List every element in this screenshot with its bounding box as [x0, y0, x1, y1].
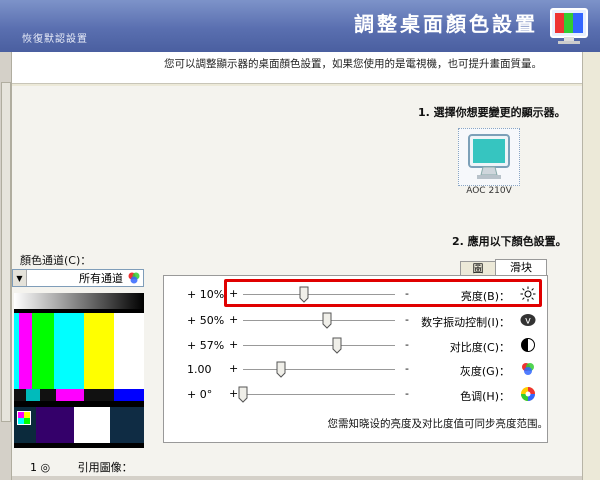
left-scrollbar[interactable] — [0, 52, 12, 480]
vibrance-v-icon: v — [520, 314, 536, 327]
slider-label: 对比度(C)： — [449, 341, 510, 354]
slider-row: + 50% + - v 数字振动控制(I)： — [163, 310, 548, 332]
monitor-icon — [468, 134, 510, 179]
title-bar: 恢復默認設置 調整桌面顏色設置 — [0, 0, 600, 52]
right-scrollbar[interactable] — [582, 52, 600, 480]
slider-thumb[interactable] — [322, 312, 332, 329]
slider-track[interactable] — [243, 345, 395, 347]
display-color-icon — [550, 8, 588, 44]
minus-sign: - — [405, 338, 409, 351]
color-channel-label: 顏色通道(C)： — [20, 254, 92, 267]
window-root: 恢復默認設置 調整桌面顏色設置 您可以調整顯示器的桌面顏色設置，如果您使用的是電… — [0, 0, 600, 480]
minus-sign: - — [405, 313, 409, 326]
monitor-name: AOC 210V — [466, 186, 512, 196]
slider-thumb[interactable] — [238, 386, 248, 403]
tab-slider[interactable]: 滑块 — [495, 259, 547, 276]
plus-sign: + — [229, 338, 239, 351]
slider-row: + 0° + - 色调(H)： — [163, 384, 548, 406]
step2-label: 2. 應用以下顏色設置。 — [452, 235, 567, 248]
slider-label: 数字振动控制(I)： — [421, 316, 510, 329]
slider-row: + 57% + - 对比度(C)： — [163, 335, 548, 357]
tab-image[interactable]: 圖 — [460, 261, 496, 276]
rgb-channels-icon — [128, 272, 140, 284]
slider-value: + 50% — [187, 314, 225, 327]
plus-sign: + — [229, 362, 239, 375]
plus-sign: + — [229, 313, 239, 326]
slider-label: 色调(H)： — [460, 390, 510, 403]
footer-note: 您需知晓设的亮度及对比度值可同步亮度范围。 — [327, 418, 549, 430]
slider-value: + 0° — [187, 388, 213, 401]
hue-color-wheel-icon — [521, 387, 535, 401]
description-bar: 您可以調整顯示器的桌面顏色設置，如果您使用的是電視機，也可提升畫面質量。 — [0, 52, 582, 84]
chevron-down-icon[interactable]: ▼ — [13, 270, 27, 286]
contrast-half-circle-icon — [521, 338, 535, 352]
slider-value: + 10% — [187, 288, 225, 301]
reference-image-label: 1 ◎ 引用圖像： — [30, 461, 133, 474]
slider-thumb[interactable] — [332, 337, 342, 354]
slider-label: 灰度(G)： — [459, 365, 510, 378]
bottom-edge — [12, 476, 582, 480]
restore-defaults-link[interactable]: 恢復默認設置 — [22, 30, 88, 45]
plus-sign: + — [229, 387, 239, 400]
monitor-select-tile[interactable] — [458, 128, 520, 186]
slider-value: + 57% — [187, 339, 225, 352]
slider-value: 1.00 — [187, 363, 212, 376]
slider-row: 1.00 + - 灰度(G)： — [163, 359, 548, 381]
color-channel-value: 所有通道 — [79, 272, 123, 285]
svg-text:v: v — [525, 316, 531, 327]
brightness-highlight-box — [224, 279, 542, 307]
reference-option[interactable]: 1 ◎ — [30, 461, 50, 474]
test-pattern-image — [14, 293, 144, 448]
color-channel-select[interactable]: ▼ 所有通道 — [12, 269, 144, 287]
left-scrollbar-thumb[interactable] — [1, 82, 11, 422]
slider-thumb[interactable] — [276, 361, 286, 378]
slider-track[interactable] — [243, 320, 395, 322]
page-title: 調整桌面顏色設置 — [354, 12, 538, 36]
minus-sign: - — [405, 387, 409, 400]
minus-sign: - — [405, 362, 409, 375]
slider-track[interactable] — [243, 369, 395, 371]
description-text: 您可以調整顯示器的桌面顏色設置，如果您使用的是電視機，也可提升畫面質量。 — [164, 58, 542, 70]
gamma-color-icon — [522, 363, 534, 375]
slider-track[interactable] — [243, 394, 395, 396]
step1-label: 1. 選擇你想要變更的顯示器。 — [418, 106, 566, 119]
